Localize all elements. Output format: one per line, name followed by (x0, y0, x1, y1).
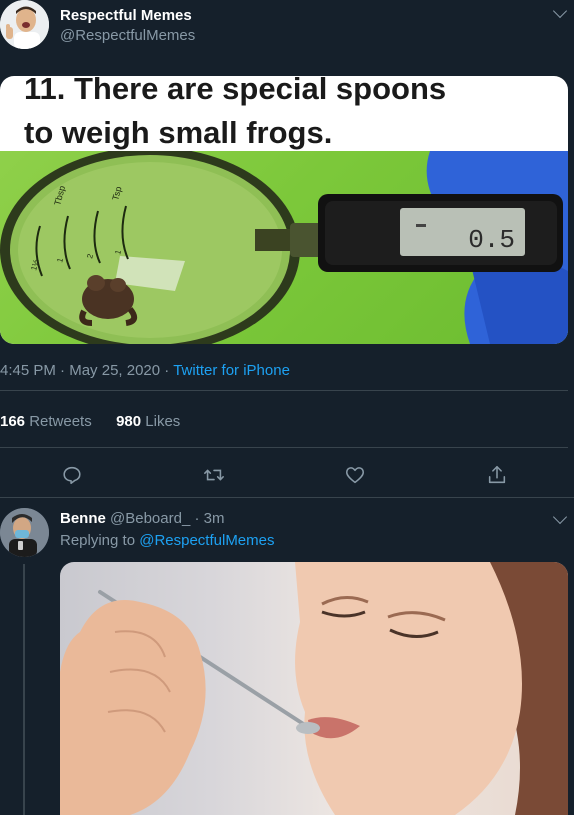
avatar[interactable] (0, 0, 49, 49)
likes-label: Likes (141, 413, 181, 430)
retweet-icon (204, 469, 224, 481)
replying-to: Replying to @RespectfulMemes (60, 532, 275, 549)
like-button[interactable] (335, 455, 375, 495)
scale-reading: 0.5 (468, 225, 515, 255)
tweet-meta: 4:45 PM · May 25, 2020 · Twitter for iPh… (0, 362, 290, 379)
tweet-actions (0, 455, 574, 495)
tweet-header: Respectful Memes @RespectfulMemes (0, 0, 574, 70)
retweets-count: 166 (0, 413, 26, 430)
display-name[interactable]: Respectful Memes (60, 7, 192, 24)
tweet-image[interactable]: 11. There are special spoons to weigh sm… (0, 76, 568, 344)
reply-image[interactable] (60, 562, 568, 815)
likes-count: 980 (116, 413, 142, 430)
frog-spoon-photo: Tbsp Tsp 1½ 1 2 1 0.5 (0, 147, 568, 344)
meta-separator: · (160, 362, 174, 379)
divider (0, 390, 568, 391)
share-button[interactable] (477, 455, 517, 495)
likes-stat[interactable]: 980 Likes (116, 413, 180, 430)
divider (0, 497, 574, 498)
reply-icon (63, 466, 81, 485)
reply-display-name[interactable]: Benne (60, 510, 106, 527)
image-caption-line2: to weigh small frogs. (24, 115, 333, 150)
replying-to-mention[interactable]: @RespectfulMemes (139, 532, 274, 549)
chevron-down-icon[interactable] (552, 3, 568, 19)
retweet-button[interactable] (194, 455, 234, 495)
thread-line (23, 564, 25, 815)
image-caption-line1: 11. There are special spoons (24, 76, 447, 106)
reply-tweet[interactable]: Benne @Beboard_ · 3m Replying to @Respec… (0, 500, 574, 815)
like-icon (345, 467, 365, 484)
share-icon (488, 465, 506, 484)
reply-user-handle[interactable]: @Beboard_ (110, 510, 190, 527)
tweet-stats: 166 Retweets 980 Likes (0, 413, 180, 430)
retweets-label: Retweets (25, 413, 92, 430)
chevron-down-icon[interactable] (552, 509, 568, 525)
user-handle[interactable]: @RespectfulMemes (60, 27, 195, 44)
reply-header: Benne @Beboard_ · 3m (60, 510, 224, 527)
divider (0, 447, 568, 448)
retweets-stat[interactable]: 166 Retweets (0, 413, 92, 430)
reply-avatar[interactable] (0, 508, 49, 557)
reply-time-ago[interactable]: · 3m (190, 510, 224, 527)
tweet-source-link[interactable]: Twitter for iPhone (173, 362, 290, 379)
tweet-date[interactable]: May 25, 2020 (69, 362, 160, 379)
meta-separator: · (55, 362, 70, 379)
reply-button[interactable] (52, 455, 92, 495)
tweet-time: 4:45 PM (0, 362, 56, 379)
replying-prefix: Replying to (60, 532, 140, 549)
